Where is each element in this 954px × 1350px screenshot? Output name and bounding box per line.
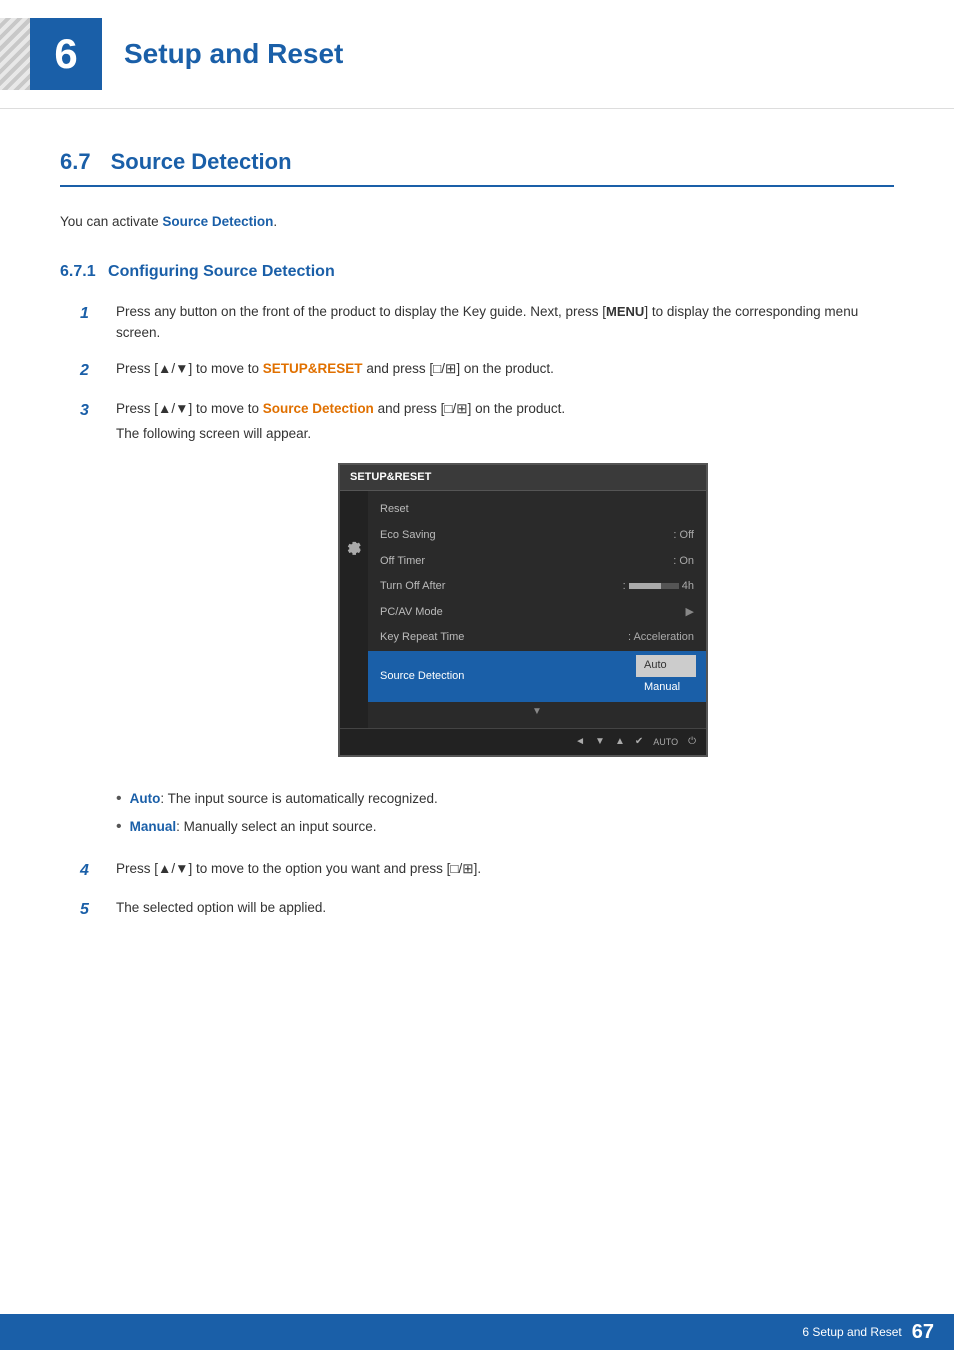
menu-label-sourcedetection: Source Detection bbox=[380, 668, 464, 686]
chapter-number: 6 bbox=[54, 30, 77, 78]
manual-label: Manual bbox=[130, 819, 177, 834]
bullet-dot-1: • bbox=[116, 789, 122, 808]
footer-page-number: 67 bbox=[912, 1321, 934, 1344]
screen-sidebar bbox=[340, 491, 368, 728]
bullet-list: • Auto: The input source is automaticall… bbox=[116, 789, 894, 838]
gear-icon bbox=[345, 541, 363, 559]
bottom-icon-check: ✔ bbox=[635, 734, 643, 750]
step-2: 2 Press [▲/▼] to move to SETUP&RESET and… bbox=[80, 358, 894, 384]
step-text-2: Press [▲/▼] to move to SETUP&RESET and p… bbox=[116, 358, 894, 384]
main-content: 6.7 Source Detection You can activate So… bbox=[0, 109, 954, 997]
steps-list: 1 Press any button on the front of the p… bbox=[80, 301, 894, 776]
step-number-1: 1 bbox=[80, 301, 100, 344]
chapter-title: Setup and Reset bbox=[124, 38, 343, 70]
step-text-4: Press [▲/▼] to move to the option you wa… bbox=[116, 858, 894, 884]
steps-list-continued: 4 Press [▲/▼] to move to the option you … bbox=[80, 858, 894, 923]
menu-label-keyrepeat: Key Repeat Time bbox=[380, 629, 464, 647]
step-3: 3 Press [▲/▼] to move to Source Detectio… bbox=[80, 398, 894, 776]
chapter-header: 6 Setup and Reset bbox=[0, 0, 954, 109]
step-text-5: The selected option will be applied. bbox=[116, 897, 894, 923]
step-text-3: Press [▲/▼] to move to Source Detection … bbox=[116, 398, 894, 776]
bullet-auto-text: Auto: The input source is automatically … bbox=[130, 789, 438, 809]
screen-menu: Reset Eco Saving : Off Off Timer : On bbox=[368, 491, 706, 728]
menu-item-turnoff: Turn Off After : 4h bbox=[368, 574, 706, 600]
page-footer: 6 Setup and Reset 67 bbox=[0, 1314, 954, 1350]
bottom-icon-left: ◄ bbox=[575, 734, 585, 750]
menu-value-turnoff: : 4h bbox=[623, 578, 694, 596]
subsection-number: 6.7.1 bbox=[60, 263, 96, 280]
step-number-5: 5 bbox=[80, 897, 100, 923]
menu-label-pcav: PC/AV Mode bbox=[380, 604, 443, 622]
bottom-icon-up: ▲ bbox=[615, 734, 625, 750]
submenu-auto: Auto bbox=[636, 655, 696, 677]
intro-text-start: You can activate bbox=[60, 214, 159, 229]
bottom-icon-down: ▼ bbox=[595, 734, 605, 750]
scroll-down-icon: ▼ bbox=[532, 704, 542, 720]
auto-label: Auto bbox=[130, 791, 161, 806]
footer-text: 6 Setup and Reset bbox=[802, 1325, 901, 1339]
chapter-number-box: 6 bbox=[30, 18, 102, 90]
submenu-manual: Manual bbox=[636, 677, 696, 699]
step-number-4: 4 bbox=[80, 858, 100, 884]
bottom-icon-power: ⏻ bbox=[688, 734, 696, 750]
subsection-title: 6.7.1 Configuring Source Detection bbox=[60, 263, 894, 281]
menu-value-offtimer: : On bbox=[673, 553, 694, 571]
menu-item-offtimer: Off Timer : On bbox=[368, 549, 706, 575]
screen-body: Reset Eco Saving : Off Off Timer : On bbox=[340, 491, 706, 728]
menu-value-eco: : Off bbox=[673, 527, 694, 545]
bullet-dot-2: • bbox=[116, 817, 122, 836]
setup-reset-highlight: SETUP&RESET bbox=[263, 361, 363, 376]
subsection-heading: Configuring Source Detection bbox=[108, 263, 335, 280]
menu-label-turnoff: Turn Off After bbox=[380, 578, 445, 596]
step-number-2: 2 bbox=[80, 358, 100, 384]
intro-highlight: Source Detection bbox=[162, 214, 273, 229]
menu-item-reset: Reset bbox=[368, 497, 706, 523]
bullet-manual-text: Manual: Manually select an input source. bbox=[130, 817, 377, 837]
menu-item-pcav: PC/AV Mode ▶ bbox=[368, 600, 706, 626]
menu-item-keyrepeat: Key Repeat Time : Acceleration bbox=[368, 625, 706, 651]
menu-key: MENU bbox=[606, 304, 644, 319]
step-1: 1 Press any button on the front of the p… bbox=[80, 301, 894, 344]
bottom-icon-auto: AUTO bbox=[653, 735, 678, 749]
step-number-3: 3 bbox=[80, 398, 100, 776]
screen-bottom-bar: ◄ ▼ ▲ ✔ AUTO ⏻ bbox=[340, 728, 706, 755]
menu-label-eco: Eco Saving bbox=[380, 527, 436, 545]
step-5: 5 The selected option will be applied. bbox=[80, 897, 894, 923]
step-4: 4 Press [▲/▼] to move to the option you … bbox=[80, 858, 894, 884]
intro-paragraph: You can activate Source Detection. bbox=[60, 211, 894, 233]
submenu-popup: Auto Manual bbox=[636, 655, 696, 698]
source-detection-highlight: Source Detection bbox=[263, 401, 374, 416]
step-text-1: Press any button on the front of the pro… bbox=[116, 301, 894, 344]
step-3-main: Press [▲/▼] to move to Source Detection … bbox=[116, 398, 894, 420]
step-3-subtext: The following screen will appear. bbox=[116, 423, 894, 445]
menu-label-reset: Reset bbox=[380, 501, 409, 519]
menu-value-keyrepeat: : Acceleration bbox=[628, 629, 694, 647]
section-number: 6.7 bbox=[60, 149, 91, 175]
bullet-auto: • Auto: The input source is automaticall… bbox=[116, 789, 894, 809]
screen-container: SETUP&RESET Reset bbox=[152, 463, 894, 757]
intro-end: . bbox=[273, 214, 277, 229]
bullet-manual: • Manual: Manually select an input sourc… bbox=[116, 817, 894, 837]
section-title: 6.7 Source Detection bbox=[60, 149, 894, 187]
menu-item-eco: Eco Saving : Off bbox=[368, 523, 706, 549]
screen-title-bar: SETUP&RESET bbox=[340, 465, 706, 492]
menu-item-sourcedetection: Source Detection Auto Manual bbox=[368, 651, 706, 702]
menu-label-offtimer: Off Timer bbox=[380, 553, 425, 571]
menu-scroll-indicator: ▼ bbox=[368, 702, 706, 722]
pcav-arrow: ▶ bbox=[686, 604, 694, 622]
section-heading: Source Detection bbox=[111, 149, 292, 175]
screen-mockup: SETUP&RESET Reset bbox=[338, 463, 708, 757]
